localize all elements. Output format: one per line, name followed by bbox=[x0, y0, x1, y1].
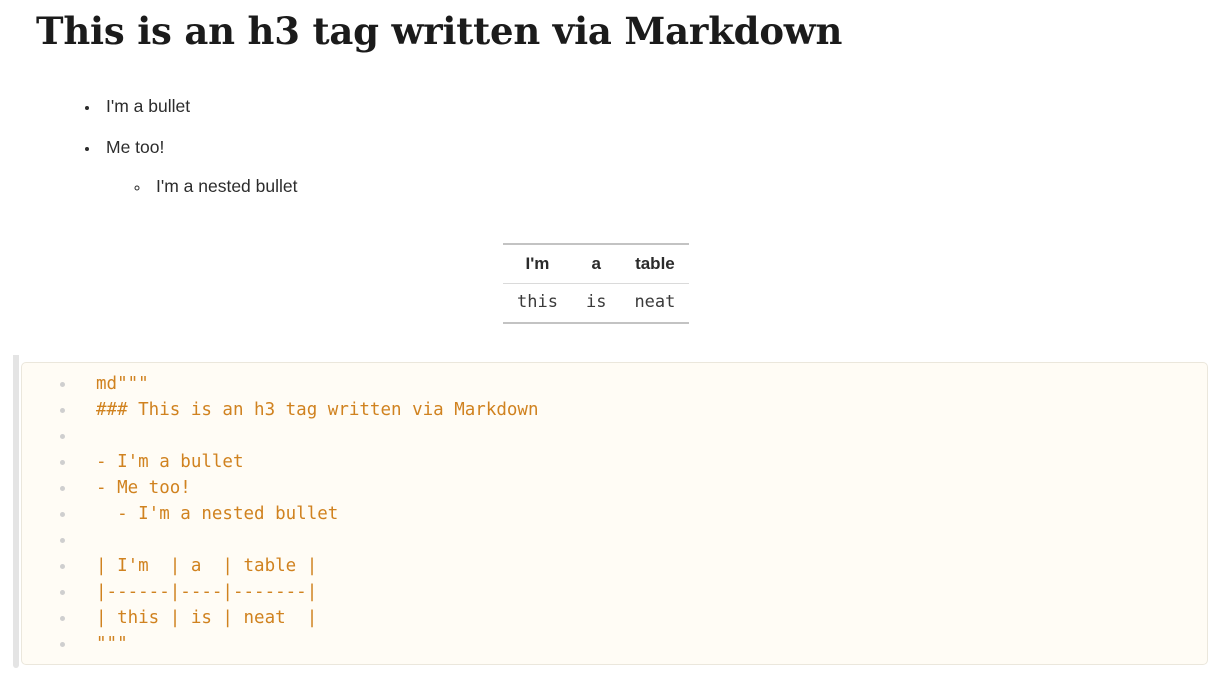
code-line[interactable] bbox=[22, 527, 1207, 553]
bullet-list: I'm a bullet Me too! I'm a nested bullet bbox=[66, 96, 298, 219]
table-header-row: I'm a table bbox=[503, 244, 690, 284]
code-line[interactable]: """ bbox=[22, 631, 1207, 657]
nested-bullet-label: I'm a nested bullet bbox=[156, 176, 298, 196]
table-cell: this bbox=[517, 292, 558, 312]
code-line[interactable]: - I'm a bullet bbox=[22, 449, 1207, 475]
list-item: I'm a nested bullet bbox=[150, 176, 298, 196]
code-line[interactable]: md""" bbox=[22, 371, 1207, 397]
code-editor-cell[interactable]: md""" ### This is an h3 tag written via … bbox=[21, 362, 1208, 665]
table-row: this is neat bbox=[503, 284, 689, 324]
page-title: This is an h3 tag written via Markdown bbox=[36, 9, 843, 53]
table-header-cell: table bbox=[620, 244, 690, 284]
bullet-label: I'm a bullet bbox=[106, 96, 191, 116]
markdown-table: I'm a table this is neat bbox=[503, 243, 690, 324]
code-line[interactable]: - I'm a nested bullet bbox=[22, 501, 1207, 527]
code-line[interactable]: | I'm | a | table | bbox=[22, 553, 1207, 579]
table-body: this is neat bbox=[503, 284, 689, 324]
list-item: I'm a bullet bbox=[100, 96, 297, 116]
table-header-cell: I'm bbox=[503, 244, 572, 284]
bullet-label: Me too! bbox=[106, 136, 165, 157]
nested-bullet-list: I'm a nested bullet bbox=[106, 176, 298, 196]
table-header-cell: a bbox=[571, 244, 621, 284]
code-line[interactable]: ### This is an h3 tag written via Markdo… bbox=[22, 397, 1207, 423]
code-line[interactable]: |------|----|-------| bbox=[22, 579, 1207, 605]
code-line-container[interactable]: md""" ### This is an h3 tag written via … bbox=[22, 371, 1207, 657]
code-line[interactable] bbox=[22, 423, 1207, 449]
code-line[interactable]: | this | is | neat | bbox=[22, 605, 1207, 631]
list-item: Me too! I'm a nested bullet bbox=[100, 136, 298, 196]
code-line[interactable]: - Me too! bbox=[22, 475, 1207, 501]
table-cell: neat bbox=[634, 292, 676, 312]
markdown-output: This is an h3 tag written via Markdown I… bbox=[0, 0, 1226, 355]
table-cell: is bbox=[585, 292, 607, 312]
table-head: I'm a table bbox=[503, 244, 690, 284]
